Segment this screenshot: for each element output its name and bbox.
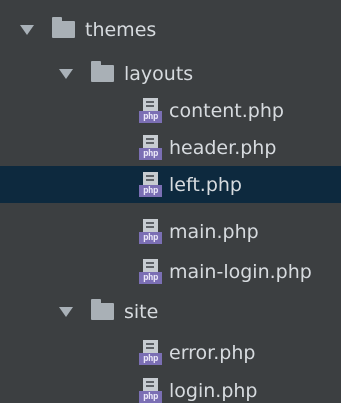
file-label: login.php — [169, 379, 258, 402]
php-file-icon: php — [139, 134, 164, 161]
tree-file-left-php[interactable]: php left.php — [0, 166, 341, 203]
file-label: main-login.php — [169, 260, 312, 283]
file-label: main.php — [169, 220, 259, 243]
php-file-icon: php — [139, 171, 164, 198]
folder-label: site — [124, 300, 159, 323]
php-file-icon: php — [139, 97, 164, 124]
tree-folder-site[interactable]: site — [0, 293, 341, 330]
php-file-icon: php — [139, 258, 164, 285]
file-label: header.php — [169, 136, 277, 159]
expand-arrow-icon[interactable] — [20, 24, 34, 35]
tree-folder-layouts[interactable]: layouts — [0, 55, 341, 92]
file-label: left.php — [169, 173, 242, 196]
folder-label: themes — [85, 18, 157, 41]
folder-icon — [52, 17, 75, 38]
tree-file-error-php[interactable]: php error.php — [0, 334, 341, 371]
tree-file-login-php[interactable]: php login.php — [0, 372, 341, 403]
project-tree: themes layouts php content.php php heade… — [0, 0, 341, 403]
folder-icon — [91, 299, 114, 320]
file-label: error.php — [169, 341, 256, 364]
expand-arrow-icon[interactable] — [59, 68, 73, 79]
expand-arrow-icon[interactable] — [59, 306, 73, 317]
php-file-icon: php — [139, 377, 164, 404]
tree-file-main-login-php[interactable]: php main-login.php — [0, 253, 341, 290]
tree-file-header-php[interactable]: php header.php — [0, 129, 341, 166]
folder-label: layouts — [124, 62, 194, 85]
tree-file-content-php[interactable]: php content.php — [0, 92, 341, 129]
tree-file-main-php[interactable]: php main.php — [0, 213, 341, 250]
php-file-icon: php — [139, 339, 164, 366]
php-file-icon: php — [139, 218, 164, 245]
folder-icon — [91, 61, 114, 82]
file-label: content.php — [169, 99, 284, 122]
tree-folder-themes[interactable]: themes — [0, 11, 341, 48]
